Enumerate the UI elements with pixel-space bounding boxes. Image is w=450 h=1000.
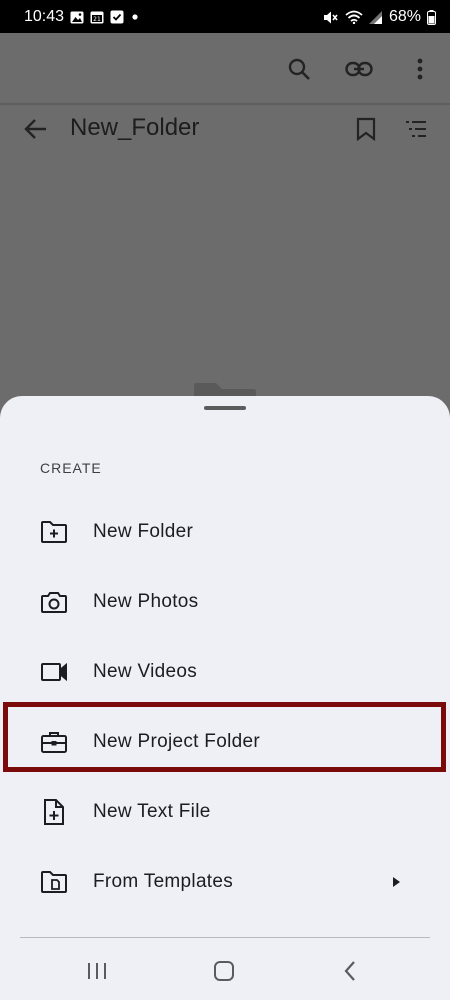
bookmark-icon[interactable] bbox=[352, 115, 380, 143]
video-camera-icon bbox=[40, 658, 68, 686]
menu-item-from-templates[interactable]: From Templates bbox=[0, 847, 450, 917]
menu-item-new-folder[interactable]: New Folder bbox=[0, 497, 450, 567]
file-add-icon bbox=[40, 798, 68, 826]
checkbox-icon bbox=[110, 10, 124, 24]
menu-item-label: New Folder bbox=[93, 521, 194, 542]
folder-title: New_Folder bbox=[70, 114, 200, 141]
calendar-icon: 21 bbox=[90, 10, 104, 24]
mute-icon bbox=[323, 10, 339, 25]
system-nav-bar bbox=[0, 942, 450, 1000]
sheet-drag-handle[interactable] bbox=[204, 406, 246, 410]
template-folder-icon bbox=[40, 868, 68, 896]
menu-item-label: New Photos bbox=[93, 591, 199, 612]
dot-icon bbox=[130, 12, 140, 22]
back-icon[interactable] bbox=[337, 958, 363, 984]
status-bar: 10:43 21 68% bbox=[0, 0, 450, 33]
battery-icon bbox=[427, 9, 436, 25]
folder-add-icon bbox=[40, 518, 68, 546]
sort-list-icon[interactable] bbox=[402, 115, 430, 143]
wifi-icon bbox=[345, 10, 363, 24]
menu-item-new-text-file[interactable]: New Text File bbox=[0, 777, 450, 847]
submenu-arrow-icon bbox=[390, 875, 402, 889]
arrow-back-icon[interactable] bbox=[22, 115, 50, 143]
signal-icon bbox=[368, 10, 383, 24]
nav-divider bbox=[20, 937, 430, 938]
home-icon[interactable] bbox=[211, 958, 237, 984]
image-icon bbox=[70, 11, 84, 24]
recents-icon[interactable] bbox=[84, 958, 110, 984]
create-bottom-sheet: CREATE New Folder New Photos New Videos … bbox=[0, 396, 450, 1000]
menu-item-label: New Videos bbox=[93, 661, 198, 682]
menu-item-new-photos[interactable]: New Photos bbox=[0, 567, 450, 637]
file-browser-background: New_Folder bbox=[0, 33, 450, 433]
section-label-create: CREATE bbox=[40, 460, 102, 476]
svg-text:21: 21 bbox=[93, 16, 101, 23]
folder-header: New_Folder bbox=[0, 105, 450, 153]
highlight-box bbox=[3, 702, 446, 772]
battery-percent: 68% bbox=[388, 8, 421, 25]
menu-item-new-videos[interactable]: New Videos bbox=[0, 637, 450, 707]
link-icon[interactable] bbox=[345, 55, 373, 83]
menu-item-label: From Templates bbox=[93, 871, 234, 892]
camera-icon bbox=[40, 588, 68, 616]
menu-item-label: New Text File bbox=[93, 801, 211, 822]
app-top-bar bbox=[0, 33, 450, 103]
more-vert-icon[interactable] bbox=[406, 55, 434, 83]
status-time: 10:43 bbox=[24, 8, 65, 25]
search-icon[interactable] bbox=[285, 55, 313, 83]
